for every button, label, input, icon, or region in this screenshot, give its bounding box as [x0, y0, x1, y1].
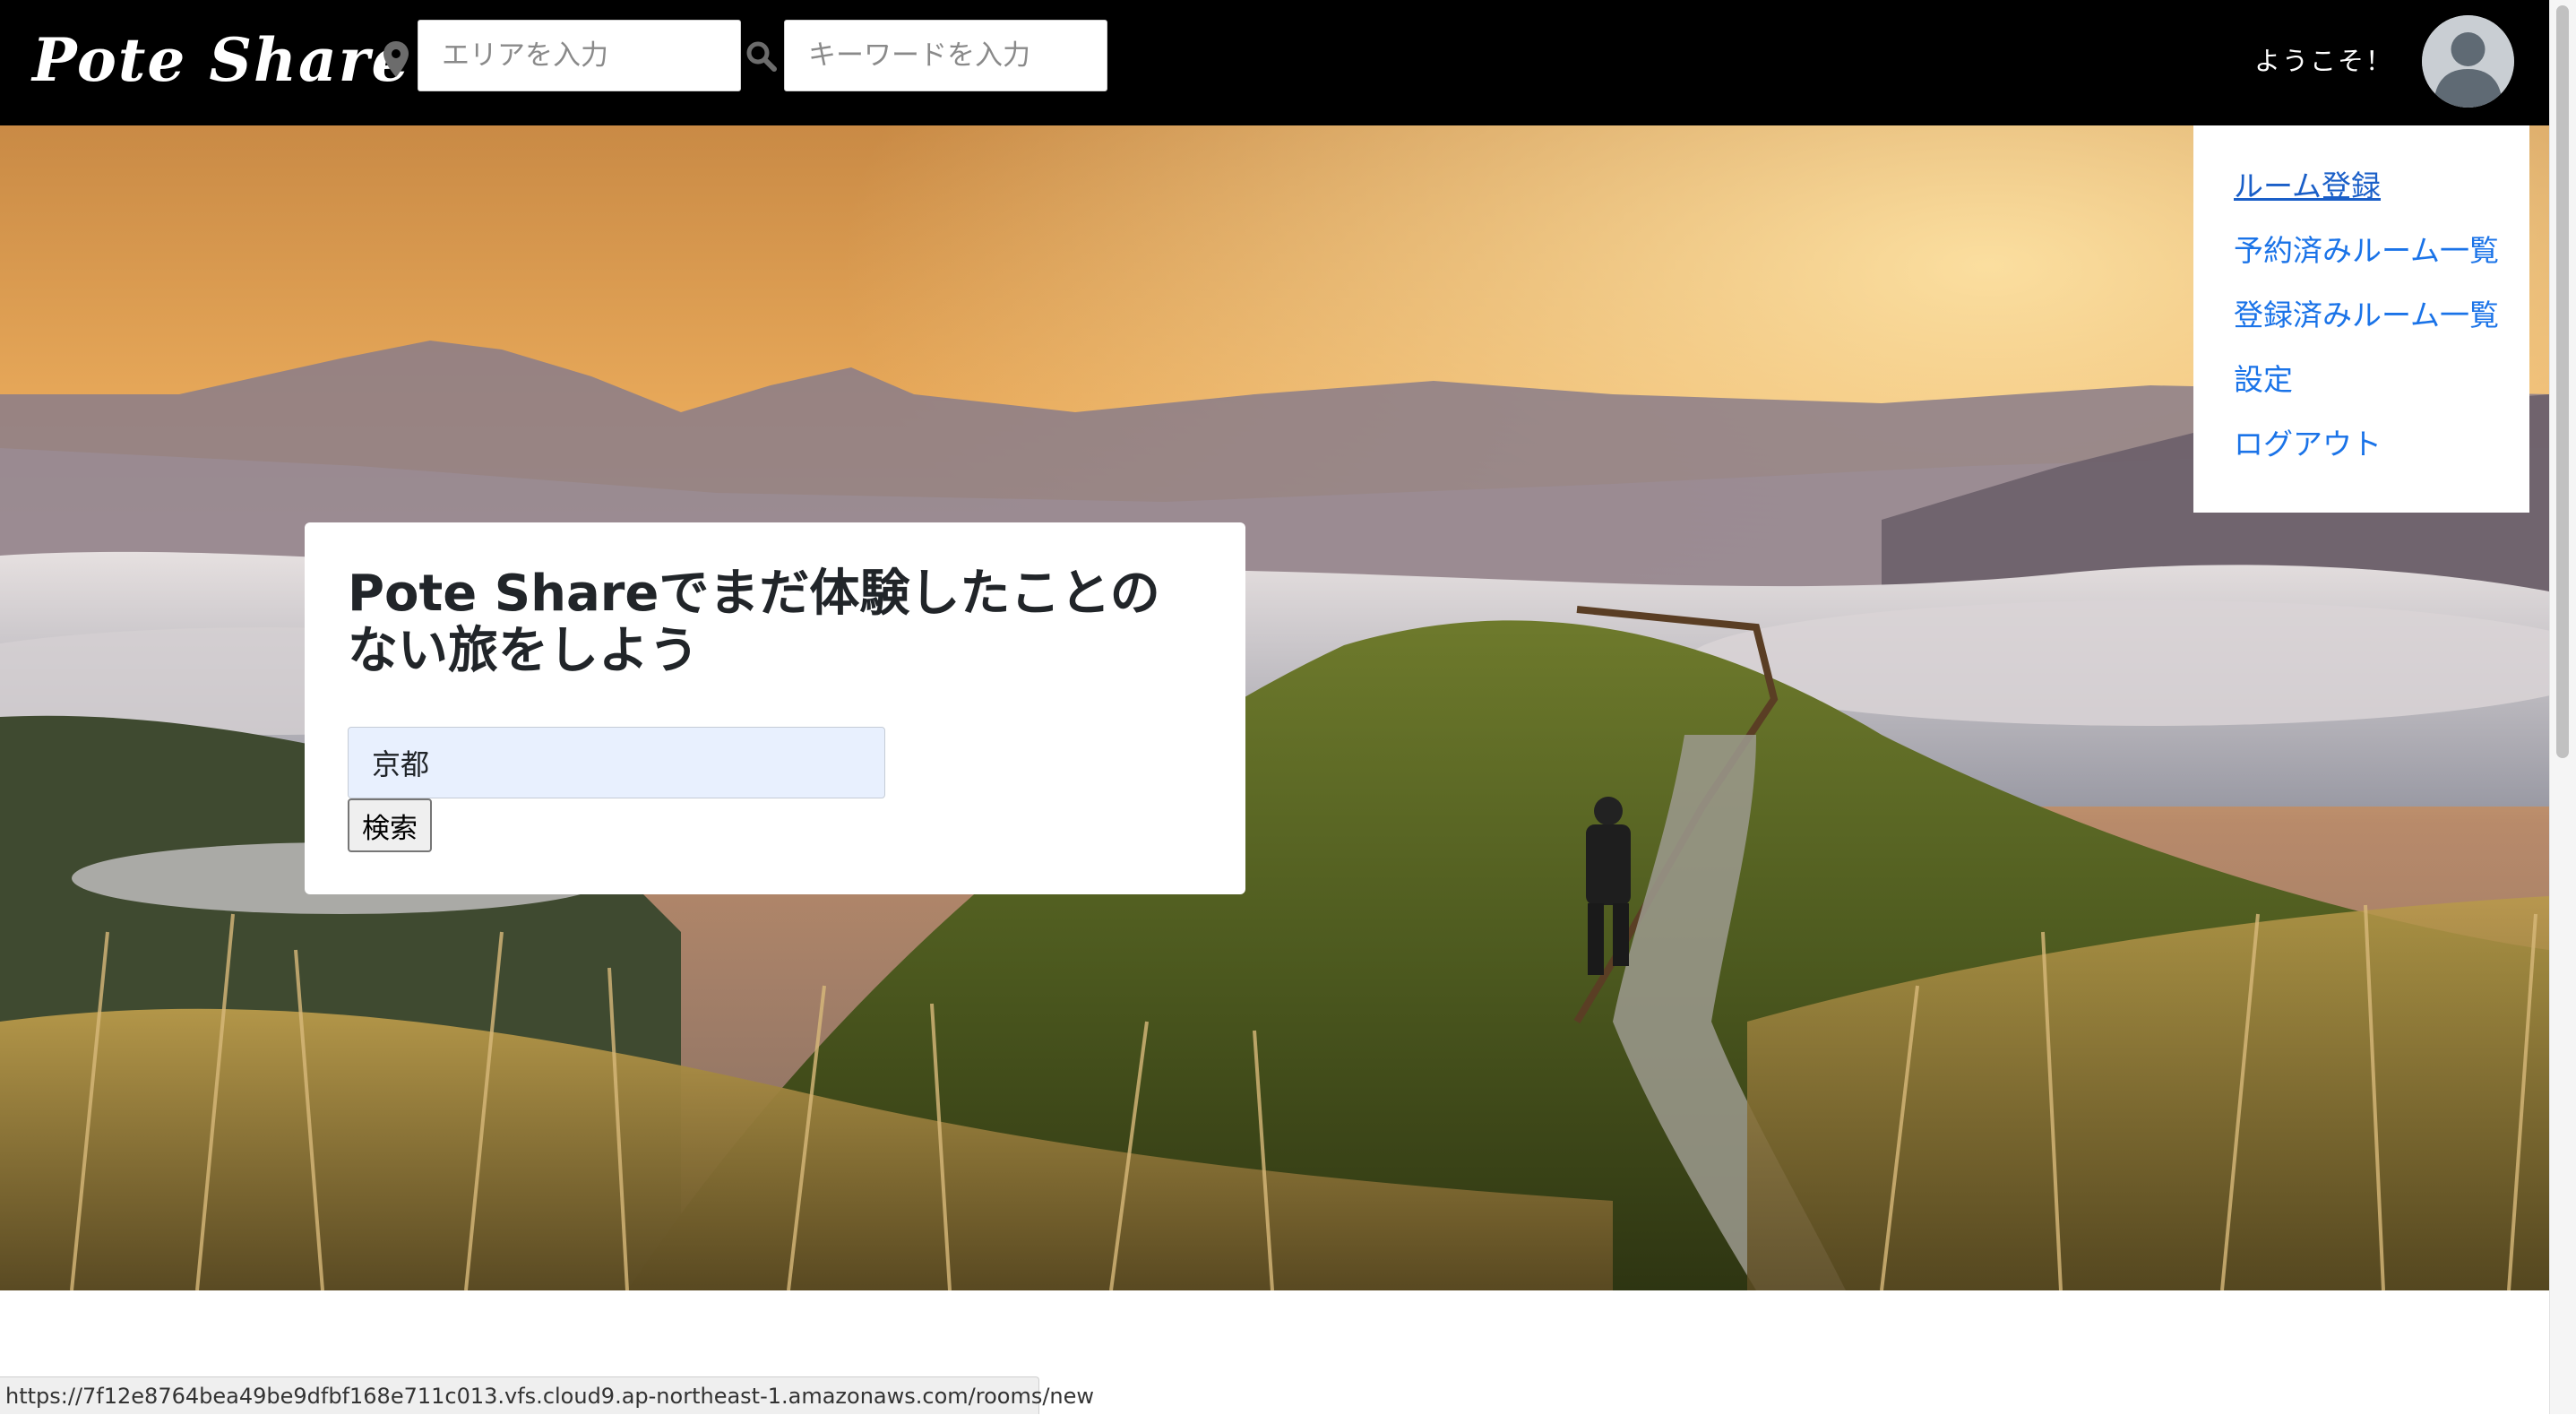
- welcome-text: ようこそ！: [2254, 46, 2394, 76]
- menu-item-reserved-rooms[interactable]: 予約済みルーム一覧: [2234, 231, 2499, 271]
- keyword-search-input[interactable]: [784, 20, 1107, 91]
- menu-item-register-room[interactable]: ルーム登録: [2234, 167, 2381, 206]
- search-icon: [746, 41, 777, 72]
- search-button[interactable]: 検索: [348, 798, 432, 852]
- scrollbar-thumb[interactable]: [2556, 5, 2569, 758]
- menu-item-logout[interactable]: ログアウト: [2234, 425, 2382, 464]
- site-logo[interactable]: Pote Share: [32, 20, 411, 100]
- map-pin-icon: [383, 41, 409, 77]
- area-search-input[interactable]: [418, 20, 741, 91]
- hero-heading: Pote Shareでまだ体験したことのない旅をしよう: [348, 565, 1160, 680]
- top-nav: Pote Share ようこそ！: [0, 0, 2549, 125]
- user-avatar-icon[interactable]: [2422, 15, 2514, 108]
- destination-search-input[interactable]: [348, 727, 885, 798]
- search-card: Pote Shareでまだ体験したことのない旅をしよう 検索: [305, 522, 1245, 894]
- menu-item-registered-rooms[interactable]: 登録済みルーム一覧: [2234, 296, 2499, 335]
- menu-item-settings[interactable]: 設定: [2234, 360, 2293, 400]
- link-status-bar: https://7f12e8764bea49be9dfbf168e711c013…: [0, 1376, 1094, 1414]
- user-dropdown-menu: ルーム登録 予約済みルーム一覧 登録済みルーム一覧 設定 ログアウト: [2193, 125, 2529, 513]
